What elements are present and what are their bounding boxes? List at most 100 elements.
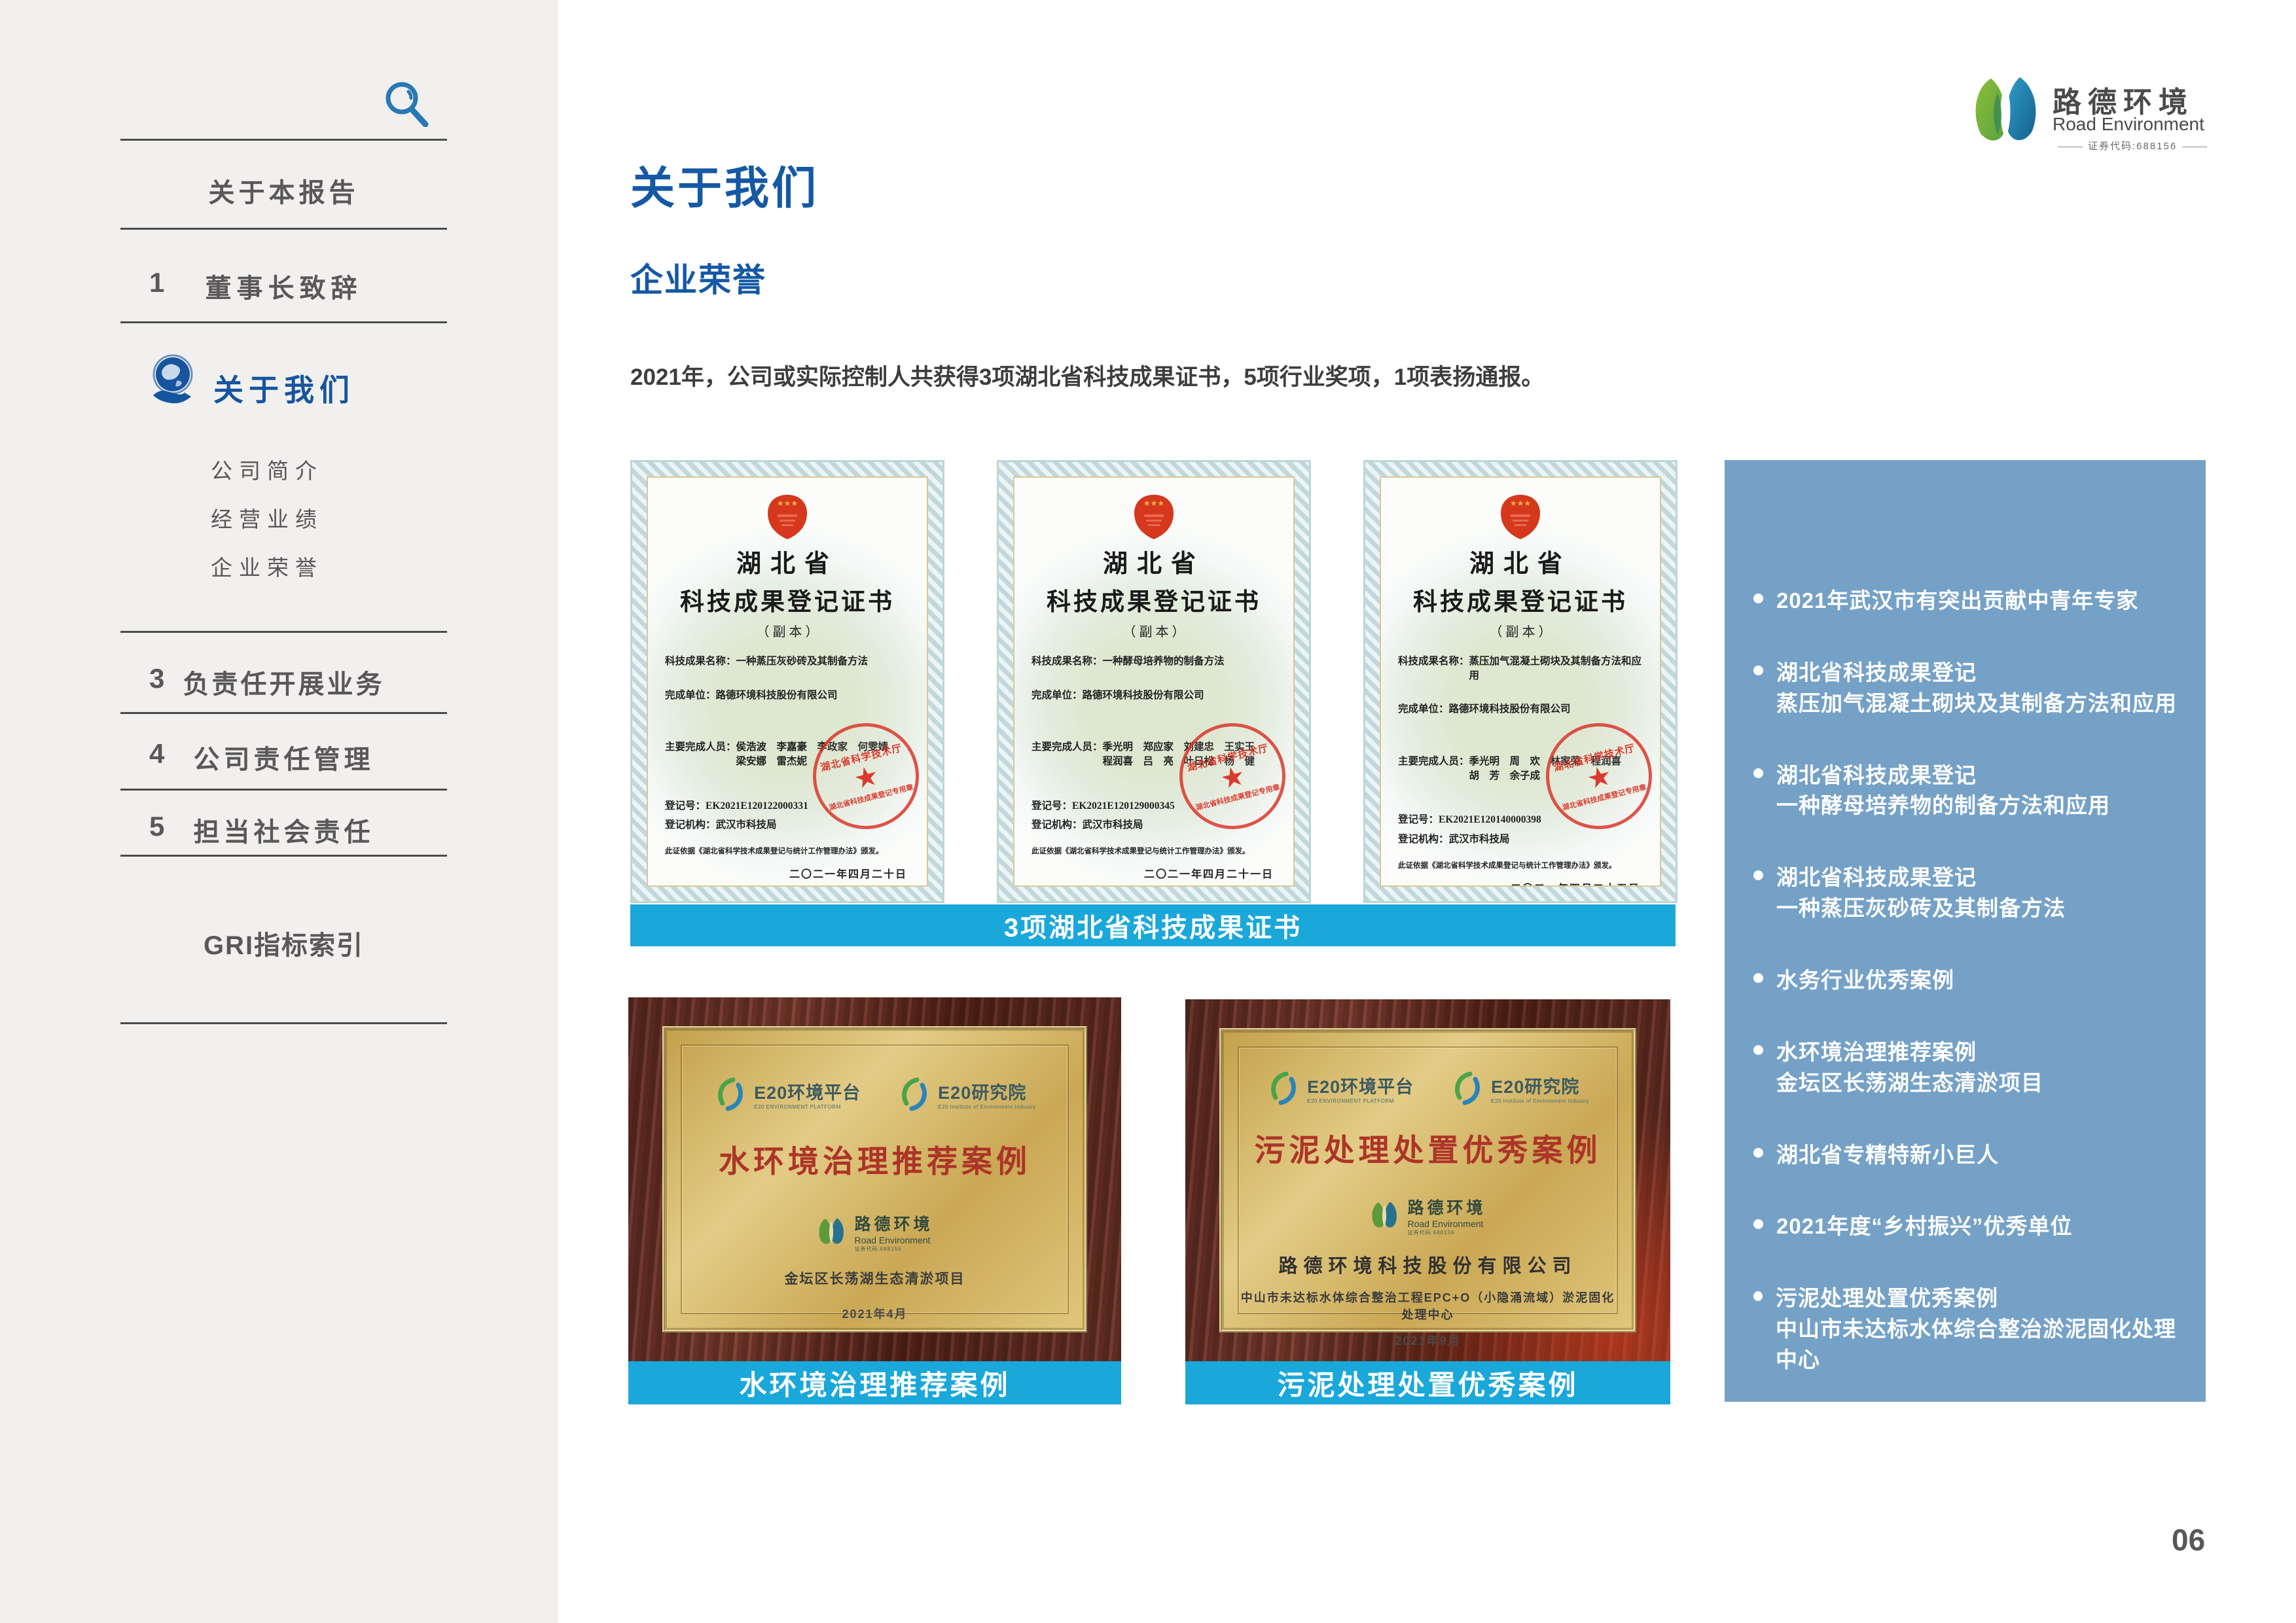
logo-leaves-icon <box>816 1217 846 1248</box>
cert-basis: 此证依据《湖北省科学技术成果登记与统计工作管理办法》颁发。 <box>1398 860 1643 870</box>
svg-text:★★★: ★★★ <box>1510 499 1531 508</box>
cert-unit: 路德环境科技股份有限公司 <box>1449 702 1571 717</box>
cert-copy: （ 副 本 ） <box>648 621 927 640</box>
page-title: 关于我们 <box>630 152 819 217</box>
divider <box>120 631 447 633</box>
company-logo: 路德环境 Road Environment 证券代码:688156 <box>1969 73 2231 158</box>
divider <box>120 712 447 714</box>
cert-title: 科技成果登记证书 <box>1014 582 1293 617</box>
bullet-icon <box>1753 1291 1763 1301</box>
e20-platform-logo: E20环境平台 E20 ENVIRONMENT PLATFORM <box>1266 1071 1414 1105</box>
e20-institute-logo: E20研究院 E20 Institute of Environment Indu… <box>897 1077 1036 1111</box>
sidebar-item-company-profile[interactable]: 公司简介 <box>211 454 323 485</box>
cert-reg-org: 武汉市科技局 <box>716 818 777 832</box>
logo-stock-code: 证券代码:688156 <box>2053 139 2212 152</box>
cert-achievement-name: 一种蒸压灰砂砖及其制备方法 <box>736 654 869 669</box>
logo-name-en: Road Environment <box>2053 114 2204 135</box>
divider <box>120 855 447 857</box>
globe-hand-icon <box>145 352 200 407</box>
svg-text:★★★: ★★★ <box>1143 499 1164 508</box>
national-emblem-icon: ★★★ <box>1134 495 1174 539</box>
cert-basis: 此证依据《湖北省科学技术成果登记与统计工作管理办法》颁发。 <box>1031 846 1276 856</box>
bullet-icon <box>1753 768 1763 778</box>
honor-item: 污泥处理处置优秀案例中山市未达标水体综合整治淤泥固化处理中心 <box>1753 1283 2193 1376</box>
certificate-1: ★★★ 湖北省 科技成果登记证书 （ 副 本 ） 科技成果名称：一种蒸压灰砂砖及… <box>630 460 944 903</box>
cert-date: 二〇二一年四月二十五日 <box>1401 880 1640 887</box>
bullet-icon <box>1753 870 1763 880</box>
plaque1-caption: 水环境治理推荐案例 <box>628 1361 1121 1404</box>
e20-swirl-icon <box>897 1077 931 1111</box>
cert-province: 湖北省 <box>648 543 927 579</box>
bullet-icon <box>1753 1148 1763 1158</box>
cert-reg-number: EK2021E120122000331 <box>706 799 808 813</box>
bullet-icon <box>1753 594 1763 603</box>
intro-text: 2021年，公司或实际控制人共获得3项湖北省科技成果证书，5项行业奖项，1项表扬… <box>630 359 1776 392</box>
logo-leaves-icon <box>1969 73 2042 151</box>
svg-text:★★★: ★★★ <box>777 499 798 508</box>
cert-achievement-name: 蒸压加气混凝土砌块及其制备方法和应用 <box>1469 654 1643 683</box>
cert-copy: （ 副 本 ） <box>1014 621 1293 640</box>
plaque-sludge-treatment: E20环境平台 E20 ENVIRONMENT PLATFORM E20研究院 … <box>1185 999 1670 1361</box>
plaque-project: 中山市未达标水体综合整治工程EPC+O（小隐涌流域）淤泥固化处理中心 <box>1240 1289 1615 1323</box>
logo-leaves-icon <box>1369 1200 1399 1232</box>
honor-item: 湖北省科技成果登记一种蒸压灰砂砖及其制备方法 <box>1753 863 2193 924</box>
divider <box>120 321 447 323</box>
cert-basis: 此证依据《湖北省科学技术成果登记与统计工作管理办法》颁发。 <box>665 846 910 856</box>
cert-reg-number: EK2021E120140000398 <box>1439 813 1541 827</box>
cert-reg-org: 武汉市科技局 <box>1083 818 1143 832</box>
plaque-date: 2021年9月 <box>1395 1332 1460 1349</box>
honor-item: 湖北省专精特新小巨人 <box>1753 1140 2193 1171</box>
cert-province: 湖北省 <box>1381 543 1660 579</box>
road-environment-logo: 路德环境 Road Environment 证券代码:688156 <box>816 1211 933 1253</box>
cert-title: 科技成果登记证书 <box>1381 582 1660 617</box>
divider <box>120 789 447 791</box>
cert-province: 湖北省 <box>1014 543 1293 579</box>
e20-swirl-icon <box>1266 1071 1300 1105</box>
section-subtitle: 企业荣誉 <box>630 254 766 301</box>
sidebar: 关于本报告 1 董事长致辞 关于我们 公司简介 经营业绩 企业荣誉 3 负责任开… <box>0 0 558 1623</box>
plaque-company: 路德环境科技股份有限公司 <box>1278 1251 1577 1278</box>
cert-date: 二〇二一年四月二十日 <box>668 865 907 881</box>
bullet-icon <box>1753 1219 1763 1229</box>
search-icon[interactable] <box>384 80 429 127</box>
divider <box>120 228 447 230</box>
plaque2-caption: 污泥处理处置优秀案例 <box>1185 1361 1670 1404</box>
certificates-caption: 3项湖北省科技成果证书 <box>630 904 1676 946</box>
divider <box>120 1022 447 1024</box>
cert-date: 二〇二一年四月二十一日 <box>1034 865 1274 881</box>
bullet-icon <box>1753 1045 1763 1055</box>
sidebar-item-business-performance[interactable]: 经营业绩 <box>211 502 323 533</box>
honor-item: 湖北省科技成果登记一种酵母培养物的制备方法和应用 <box>1753 760 2193 822</box>
cert-unit: 路德环境科技股份有限公司 <box>716 688 838 703</box>
plaque-project: 金坛区长荡湖生态清淤项目 <box>785 1268 965 1288</box>
honors-panel: 2021年武汉市有突出贡献中青年专家 湖北省科技成果登记蒸压加气混凝土砌块及其制… <box>1725 460 2206 1402</box>
national-emblem-icon: ★★★ <box>1500 495 1541 539</box>
e20-swirl-icon <box>1450 1071 1484 1105</box>
divider <box>120 139 447 141</box>
cert-achievement-name: 一种酵母培养物的制备方法 <box>1103 654 1225 669</box>
sidebar-item-corporate-honors[interactable]: 企业荣誉 <box>211 550 323 582</box>
plaque-date: 2021年4月 <box>842 1305 907 1322</box>
bullet-icon <box>1753 666 1763 675</box>
plaque-water-environment: E20环境平台 E20 ENVIRONMENT PLATFORM E20研究院 … <box>628 997 1121 1361</box>
e20-platform-logo: E20环境平台 E20 ENVIRONMENT PLATFORM <box>713 1077 861 1111</box>
certificate-3: ★★★ 湖北省 科技成果登记证书 （ 副 本 ） 科技成果名称：蒸压加气混凝土砌… <box>1363 460 1677 903</box>
cert-copy: （ 副 本 ） <box>1381 621 1660 640</box>
national-emblem-icon: ★★★ <box>767 495 808 539</box>
honor-item: 水务行业优秀案例 <box>1753 965 2193 996</box>
report-page: 关于本报告 1 董事长致辞 关于我们 公司简介 经营业绩 企业荣誉 3 负责任开… <box>0 0 2296 1623</box>
page-number: 06 <box>2172 1522 2205 1558</box>
honor-item: 2021年度“乡村振兴”优秀单位 <box>1753 1211 2193 1242</box>
e20-swirl-icon <box>713 1077 747 1111</box>
sidebar-item-gri-index[interactable]: GRI指标索引 <box>120 924 447 962</box>
honor-item: 湖北省科技成果登记蒸压加气混凝土砌块及其制备方法和应用 <box>1753 658 2193 719</box>
certificate-2: ★★★ 湖北省 科技成果登记证书 （ 副 本 ） 科技成果名称：一种酵母培养物的… <box>997 460 1311 903</box>
plaque-title: 污泥处理处置优秀案例 <box>1255 1125 1602 1170</box>
plaque-title: 水环境治理推荐案例 <box>719 1136 1031 1181</box>
bullet-icon <box>1753 973 1763 983</box>
e20-institute-logo: E20研究院 E20 Institute of Environment Indu… <box>1450 1071 1589 1105</box>
honor-item: 2021年武汉市有突出贡献中青年专家 <box>1753 586 2193 616</box>
cert-title: 科技成果登记证书 <box>648 582 927 617</box>
sidebar-item-about-report[interactable]: 关于本报告 <box>120 171 447 209</box>
cert-reg-org: 武汉市科技局 <box>1449 832 1510 847</box>
